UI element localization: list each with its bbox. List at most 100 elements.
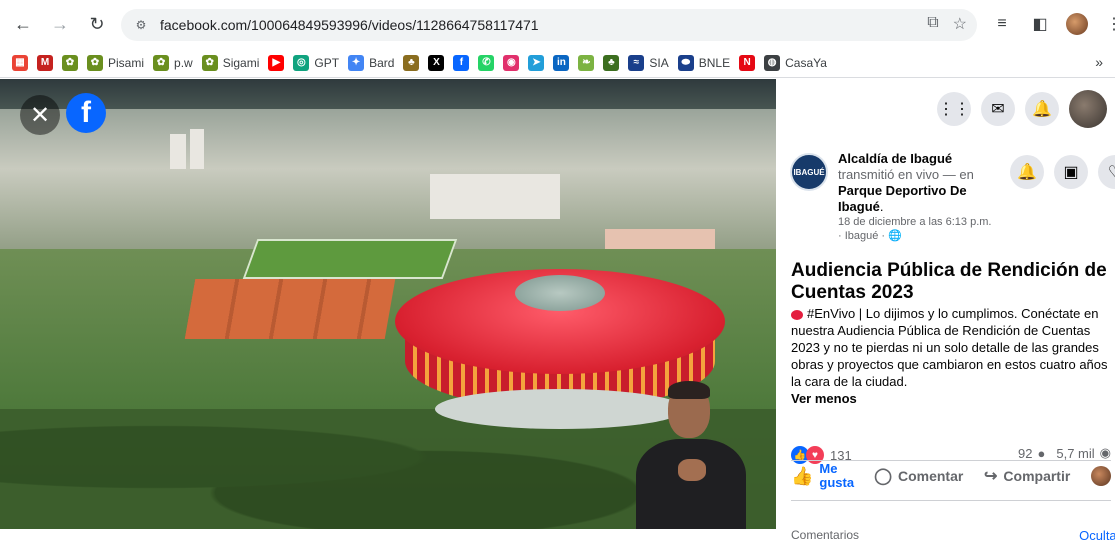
bookmark-label: CasaYa — [785, 55, 827, 70]
whatsapp-icon: ✆ — [478, 54, 495, 71]
bell-icon[interactable]: 🔔 — [1010, 155, 1044, 189]
menu-icon[interactable]: ⋮ — [1102, 12, 1115, 36]
bookmark-item[interactable]: N — [739, 51, 756, 75]
url-text[interactable]: facebook.com/100064849593996/videos/1128… — [160, 17, 539, 33]
save-icon[interactable]: ▣ — [1054, 155, 1088, 189]
tennis-courts — [184, 279, 396, 339]
forward-icon[interactable]: → — [45, 9, 75, 39]
bnle-icon: ⬬ — [677, 54, 694, 71]
author-place[interactable]: Parque Deportivo De Ibagué — [838, 183, 967, 214]
apps-icon: ▦ — [12, 54, 28, 71]
sia-icon: ≈ — [628, 54, 645, 71]
divider — [791, 500, 1111, 501]
bookmark-icon: ♣ — [603, 54, 620, 71]
share-label: Compartir — [1003, 468, 1071, 484]
instagram-icon: ◉ — [503, 54, 520, 71]
globe-icon: 🌐 — [888, 230, 902, 242]
bookmark-item[interactable]: ✦ Bard — [348, 51, 394, 75]
thumbs-up-icon: 👍 — [791, 465, 814, 486]
bookmark-item[interactable]: ▦ — [12, 51, 28, 75]
reaction-avatar[interactable] — [1090, 466, 1111, 486]
author-name[interactable]: Alcaldía de Ibagué — [838, 151, 952, 166]
bookmark-item[interactable]: X — [428, 51, 445, 75]
bookmark-item[interactable]: ♣ — [403, 51, 420, 75]
bookmarks-overflow-icon[interactable]: » — [1095, 54, 1103, 70]
share-button[interactable]: ↪ Compartir — [984, 466, 1070, 486]
telegram-icon: ➤ — [528, 54, 545, 71]
site-info-icon[interactable]: ⚙ — [130, 14, 152, 36]
hide-comments-link[interactable]: Ocultar — [1079, 528, 1115, 543]
account-avatar[interactable] — [1069, 90, 1107, 128]
sidepanel-icon[interactable]: ◧ — [1028, 12, 1052, 36]
sigami-icon: ✿ — [201, 54, 218, 71]
bookmark-label: p.w — [174, 55, 193, 70]
bookmark-item[interactable]: f — [453, 51, 470, 75]
bookmark-item[interactable]: ⬬ BNLE — [677, 51, 730, 75]
facebook-icon: f — [453, 54, 470, 71]
post-actions: 👍 Me gusta ◯ Comentar ↪ Compartir — [791, 455, 1111, 497]
bookmark-label: Sigami — [222, 55, 260, 70]
bookmark-label: GPT — [314, 55, 340, 70]
bookmark-label: Bard — [369, 55, 395, 70]
bookmark-item[interactable]: ➤ — [528, 51, 545, 75]
bookmark-item[interactable]: ≈ SIA — [628, 51, 669, 75]
media-icon[interactable]: ≡ — [990, 12, 1014, 36]
bookmark-label: Pisami — [108, 55, 145, 70]
bookmark-item[interactable]: ❧ — [578, 51, 595, 75]
bookmarks-bar: ▦ M ✿ ✿ Pisami ✿ p.w ✿ Sigami ▶ ◎ GPT ✦ Bard ♣ Xf ✆ ◉ ➤ in ❧… — [0, 48, 1115, 78]
bookmark-item[interactable]: ◍ CasaYa — [764, 51, 827, 75]
menu-grid-icon[interactable]: ⋮⋮ — [937, 92, 971, 126]
profile-icon[interactable] — [1066, 13, 1088, 35]
header-actions: ⋮⋮ ✉ 🔔 — [937, 90, 1107, 128]
bookmark-item[interactable]: ✆ — [478, 51, 495, 75]
bookmark-item[interactable]: ✿ Pisami — [87, 51, 144, 75]
comments-label: Comentarios — [791, 528, 860, 542]
gmail-icon: M — [37, 54, 53, 71]
bookmark-item[interactable]: ✿ p.w — [153, 51, 193, 75]
globe-icon: ◍ — [764, 54, 781, 71]
notifications-icon[interactable]: 🔔 — [1025, 92, 1059, 126]
messenger-icon[interactable]: ✉ — [981, 92, 1015, 126]
netflix-icon: N — [739, 54, 756, 71]
close-icon[interactable]: ✕ — [20, 95, 60, 135]
bookmark-item[interactable]: in — [553, 51, 570, 75]
sign-language-interpreter — [636, 379, 746, 529]
see-less-link[interactable]: Ver menos — [791, 390, 1109, 407]
bookmark-icon: ♣ — [403, 54, 420, 71]
post-date[interactable]: 18 de diciembre a las 6:13 p.m. — [838, 215, 1008, 229]
like-label: Me gusta — [819, 461, 855, 490]
post-panel: ⋮⋮ ✉ 🔔 IBAGUÉ Alcaldía de Ibagué transmi… — [776, 79, 1115, 543]
post-title: Audiencia Pública de Rendición de Cuenta… — [791, 260, 1107, 303]
linkedin-icon: in — [553, 54, 570, 71]
bookmark-item[interactable]: ✿ Sigami — [201, 51, 260, 75]
comment-button[interactable]: ◯ Comentar — [874, 466, 963, 486]
bookmark-item[interactable]: ◎ GPT — [293, 51, 339, 75]
author-action: transmitió en vivo — en — [838, 167, 974, 182]
install-icon[interactable]: ⧉ — [927, 14, 938, 34]
share-icon: ↪ — [984, 468, 998, 485]
post-location: · Ibagué · — [838, 230, 886, 242]
bookmark-item[interactable]: ✿ — [62, 51, 78, 75]
live-tag[interactable]: #EnVivo — [807, 306, 855, 321]
x-icon: X — [428, 54, 445, 71]
bookmark-item[interactable]: ◉ — [503, 51, 520, 75]
post-body: #EnVivo | Lo dijimos y lo cumplimos. Con… — [791, 305, 1109, 407]
author-period: . — [879, 199, 884, 214]
bookmark-item[interactable]: M — [37, 51, 53, 75]
star-icon[interactable]: ☆ — [953, 14, 967, 34]
back-icon[interactable]: ← — [8, 9, 38, 39]
reload-icon[interactable]: ↻ — [82, 9, 112, 39]
like-button[interactable]: 👍 Me gusta — [791, 461, 855, 490]
facebook-logo-icon[interactable]: f — [66, 93, 106, 133]
live-icon — [791, 309, 803, 320]
comment-icon: ◯ — [874, 468, 892, 485]
bookmark-item[interactable]: ▶ — [268, 51, 285, 75]
bookmark-label: SIA — [649, 55, 669, 70]
page-avatar[interactable]: IBAGUÉ — [790, 153, 828, 191]
bookmark-item[interactable]: ♣ — [603, 51, 620, 75]
video-player[interactable]: ✕ f — [0, 79, 776, 529]
address-bar[interactable]: ⚙ facebook.com/100064849593996/videos/11… — [121, 9, 977, 41]
leaf-icon: ❧ — [578, 54, 595, 71]
more-icon[interactable]: ♡ — [1098, 155, 1115, 189]
openai-icon: ◎ — [293, 54, 310, 71]
